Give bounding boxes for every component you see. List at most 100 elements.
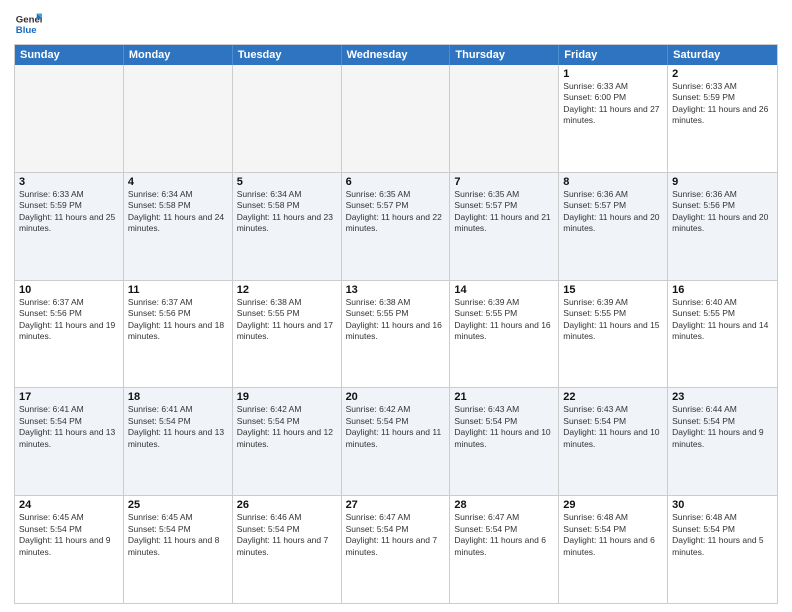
calendar-cell: 21Sunrise: 6:43 AMSunset: 5:54 PMDayligh… [450, 388, 559, 495]
day-info: Sunrise: 6:44 AMSunset: 5:54 PMDaylight:… [672, 404, 773, 450]
calendar-cell: 6Sunrise: 6:35 AMSunset: 5:57 PMDaylight… [342, 173, 451, 280]
day-info: Sunrise: 6:43 AMSunset: 5:54 PMDaylight:… [454, 404, 554, 450]
day-info: Sunrise: 6:34 AMSunset: 5:58 PMDaylight:… [128, 189, 228, 235]
day-number: 1 [563, 68, 663, 80]
calendar-cell: 24Sunrise: 6:45 AMSunset: 5:54 PMDayligh… [15, 496, 124, 603]
day-number: 27 [346, 499, 446, 511]
calendar-cell: 25Sunrise: 6:45 AMSunset: 5:54 PMDayligh… [124, 496, 233, 603]
logo: General Blue [14, 10, 42, 38]
calendar-row: 3Sunrise: 6:33 AMSunset: 5:59 PMDaylight… [15, 173, 777, 281]
day-info: Sunrise: 6:38 AMSunset: 5:55 PMDaylight:… [346, 297, 446, 343]
calendar-cell: 13Sunrise: 6:38 AMSunset: 5:55 PMDayligh… [342, 281, 451, 388]
day-number: 10 [19, 284, 119, 296]
day-number: 3 [19, 176, 119, 188]
calendar-cell: 7Sunrise: 6:35 AMSunset: 5:57 PMDaylight… [450, 173, 559, 280]
day-number: 9 [672, 176, 773, 188]
calendar-cell: 29Sunrise: 6:48 AMSunset: 5:54 PMDayligh… [559, 496, 668, 603]
calendar-cell: 8Sunrise: 6:36 AMSunset: 5:57 PMDaylight… [559, 173, 668, 280]
day-info: Sunrise: 6:43 AMSunset: 5:54 PMDaylight:… [563, 404, 663, 450]
calendar-cell: 16Sunrise: 6:40 AMSunset: 5:55 PMDayligh… [668, 281, 777, 388]
day-number: 30 [672, 499, 773, 511]
calendar-row: 1Sunrise: 6:33 AMSunset: 6:00 PMDaylight… [15, 65, 777, 173]
day-number: 16 [672, 284, 773, 296]
calendar-cell: 17Sunrise: 6:41 AMSunset: 5:54 PMDayligh… [15, 388, 124, 495]
calendar-row: 10 Sunrise: 6:37 AMSunset: 5:56 PMDayligh… [15, 281, 777, 389]
day-number: 26 [237, 499, 337, 511]
day-number: 5 [237, 176, 337, 188]
day-number: 21 [454, 391, 554, 403]
calendar-cell: 1Sunrise: 6:33 AMSunset: 6:00 PMDaylight… [559, 65, 668, 172]
day-number: 8 [563, 176, 663, 188]
calendar-cell: 3Sunrise: 6:33 AMSunset: 5:59 PMDaylight… [15, 173, 124, 280]
calendar-cell: 28Sunrise: 6:47 AMSunset: 5:54 PMDayligh… [450, 496, 559, 603]
weekday-header: Saturday [668, 45, 777, 65]
calendar-cell: 18Sunrise: 6:41 AMSunset: 5:54 PMDayligh… [124, 388, 233, 495]
svg-text:Blue: Blue [16, 25, 37, 36]
day-number: 19 [237, 391, 337, 403]
day-number: 13 [346, 284, 446, 296]
calendar-cell: 27Sunrise: 6:47 AMSunset: 5:54 PMDayligh… [342, 496, 451, 603]
day-info: Sunrise: 6:42 AMSunset: 5:54 PMDaylight:… [346, 404, 446, 450]
weekday-header: Monday [124, 45, 233, 65]
calendar-cell: 14Sunrise: 6:39 AMSunset: 5:55 PMDayligh… [450, 281, 559, 388]
day-info: Sunrise: 6:39 AMSunset: 5:55 PMDaylight:… [563, 297, 663, 343]
day-info: Sunrise: 6:48 AMSunset: 5:54 PMDaylight:… [672, 512, 773, 558]
calendar-row: 17Sunrise: 6:41 AMSunset: 5:54 PMDayligh… [15, 388, 777, 496]
calendar-cell: 4Sunrise: 6:34 AMSunset: 5:58 PMDaylight… [124, 173, 233, 280]
header: General Blue [14, 10, 778, 38]
day-info: Sunrise: 6:45 AMSunset: 5:54 PMDaylight:… [128, 512, 228, 558]
day-info: Sunrise: 6:42 AMSunset: 5:54 PMDaylight:… [237, 404, 337, 450]
day-number: 22 [563, 391, 663, 403]
page: General Blue SundayMondayTuesdayWednesda… [0, 0, 792, 612]
day-info: Sunrise: 6:48 AMSunset: 5:54 PMDaylight:… [563, 512, 663, 558]
weekday-header: Thursday [450, 45, 559, 65]
day-number: 15 [563, 284, 663, 296]
calendar-header: SundayMondayTuesdayWednesdayThursdayFrid… [15, 45, 777, 65]
day-number: 11 [128, 284, 228, 296]
day-number: 18 [128, 391, 228, 403]
calendar-cell: 11Sunrise: 6:37 AMSunset: 5:56 PMDayligh… [124, 281, 233, 388]
day-number: 28 [454, 499, 554, 511]
day-info: Sunrise: 6:36 AMSunset: 5:56 PMDaylight:… [672, 189, 773, 235]
logo-icon: General Blue [14, 10, 42, 38]
calendar-body: 1Sunrise: 6:33 AMSunset: 6:00 PMDaylight… [15, 65, 777, 603]
day-number: 24 [19, 499, 119, 511]
calendar-cell [342, 65, 451, 172]
day-info: Sunrise: 6:33 AMSunset: 5:59 PMDaylight:… [19, 189, 119, 235]
day-number: 25 [128, 499, 228, 511]
calendar-cell: 19Sunrise: 6:42 AMSunset: 5:54 PMDayligh… [233, 388, 342, 495]
calendar-cell [233, 65, 342, 172]
calendar-cell [450, 65, 559, 172]
day-number: 12 [237, 284, 337, 296]
day-number: 17 [19, 391, 119, 403]
day-info: Sunrise: 6:47 AMSunset: 5:54 PMDaylight:… [346, 512, 446, 558]
day-info: Sunrise: 6:46 AMSunset: 5:54 PMDaylight:… [237, 512, 337, 558]
weekday-header: Friday [559, 45, 668, 65]
calendar-cell: 2Sunrise: 6:33 AMSunset: 5:59 PMDaylight… [668, 65, 777, 172]
weekday-header: Wednesday [342, 45, 451, 65]
day-number: 6 [346, 176, 446, 188]
calendar-cell: 10Sunrise: 6:37 AMSunset: 5:56 PMDayligh… [15, 281, 124, 388]
calendar-cell: 26Sunrise: 6:46 AMSunset: 5:54 PMDayligh… [233, 496, 342, 603]
day-info: Sunrise: 6:37 AMSunset: 5:56 PMDaylight:… [128, 297, 228, 343]
weekday-header: Sunday [15, 45, 124, 65]
calendar-cell: 9Sunrise: 6:36 AMSunset: 5:56 PMDaylight… [668, 173, 777, 280]
calendar-cell: 23Sunrise: 6:44 AMSunset: 5:54 PMDayligh… [668, 388, 777, 495]
day-number: 2 [672, 68, 773, 80]
day-info: Sunrise: 6:41 AMSunset: 5:54 PMDaylight:… [128, 404, 228, 450]
calendar: SundayMondayTuesdayWednesdayThursdayFrid… [14, 44, 778, 604]
day-number: 7 [454, 176, 554, 188]
day-number: 20 [346, 391, 446, 403]
day-info: Sunrise: 6:34 AMSunset: 5:58 PMDaylight:… [237, 189, 337, 235]
day-info: Sunrise: 6:40 AMSunset: 5:55 PMDaylight:… [672, 297, 773, 343]
day-info: Sunrise: 6:36 AMSunset: 5:57 PMDaylight:… [563, 189, 663, 235]
day-number: 14 [454, 284, 554, 296]
calendar-cell: 20Sunrise: 6:42 AMSunset: 5:54 PMDayligh… [342, 388, 451, 495]
day-info: Sunrise: 6:39 AMSunset: 5:55 PMDaylight:… [454, 297, 554, 343]
calendar-cell: 12Sunrise: 6:38 AMSunset: 5:55 PMDayligh… [233, 281, 342, 388]
calendar-cell: 5Sunrise: 6:34 AMSunset: 5:58 PMDaylight… [233, 173, 342, 280]
day-info: Sunrise: 6:41 AMSunset: 5:54 PMDaylight:… [19, 404, 119, 450]
day-info: Sunrise: 6:47 AMSunset: 5:54 PMDaylight:… [454, 512, 554, 558]
day-number: 29 [563, 499, 663, 511]
calendar-cell: 22Sunrise: 6:43 AMSunset: 5:54 PMDayligh… [559, 388, 668, 495]
